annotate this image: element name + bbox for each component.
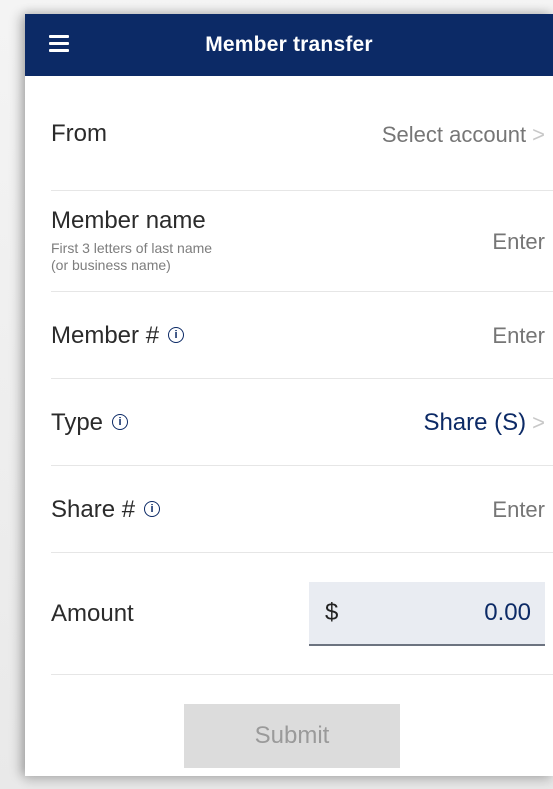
share-number-input[interactable]: Enter bbox=[492, 497, 545, 523]
member-name-hint-line1: First 3 letters of last name bbox=[51, 240, 213, 256]
page-title: Member transfer bbox=[205, 33, 373, 56]
member-number-row[interactable]: Member # i Enter bbox=[51, 292, 553, 379]
amount-value: 0.00 bbox=[484, 599, 531, 626]
member-name-row[interactable]: Member name First 3 letters of last name… bbox=[51, 191, 553, 292]
member-number-input[interactable]: Enter bbox=[492, 323, 545, 349]
member-name-hint-line2: (or business name) bbox=[51, 257, 171, 273]
member-name-label: Member name bbox=[51, 207, 206, 234]
info-icon[interactable]: i bbox=[144, 500, 161, 517]
amount-label: Amount bbox=[51, 600, 134, 627]
chevron-right-icon: > bbox=[532, 410, 545, 435]
type-label: Type bbox=[51, 409, 104, 436]
screenshot-frame: Member transfer From Select account > Mem… bbox=[0, 0, 553, 789]
info-icon[interactable]: i bbox=[112, 413, 129, 430]
chevron-right-icon: > bbox=[532, 122, 545, 147]
member-number-label: Member # bbox=[51, 322, 160, 349]
from-label: From bbox=[51, 120, 107, 147]
type-selector[interactable]: Share (S) > bbox=[423, 409, 545, 437]
type-value: Share (S) bbox=[423, 409, 527, 436]
currency-symbol: $ bbox=[325, 599, 339, 626]
from-account-row[interactable]: From Select account > bbox=[51, 76, 553, 191]
member-name-input[interactable]: Enter bbox=[492, 229, 545, 255]
amount-input[interactable]: $ 0.00 bbox=[309, 582, 545, 646]
top-navigation-bar: Member transfer bbox=[25, 14, 553, 76]
from-value: Select account bbox=[381, 122, 527, 147]
divider bbox=[51, 674, 553, 675]
submit-button[interactable]: Submit bbox=[184, 704, 400, 768]
info-icon[interactable]: i bbox=[168, 326, 185, 343]
share-number-row[interactable]: Share # i Enter bbox=[51, 466, 553, 553]
type-row[interactable]: Type i Share (S) > bbox=[51, 379, 553, 466]
share-number-label: Share # bbox=[51, 496, 136, 523]
app-screen: Member transfer From Select account > Mem… bbox=[25, 14, 553, 776]
share-number-label-group: Share # i bbox=[51, 496, 161, 524]
type-label-group: Type i bbox=[51, 409, 129, 437]
from-account-selector[interactable]: Select account > bbox=[382, 122, 545, 148]
member-number-label-group: Member # i bbox=[51, 322, 185, 350]
